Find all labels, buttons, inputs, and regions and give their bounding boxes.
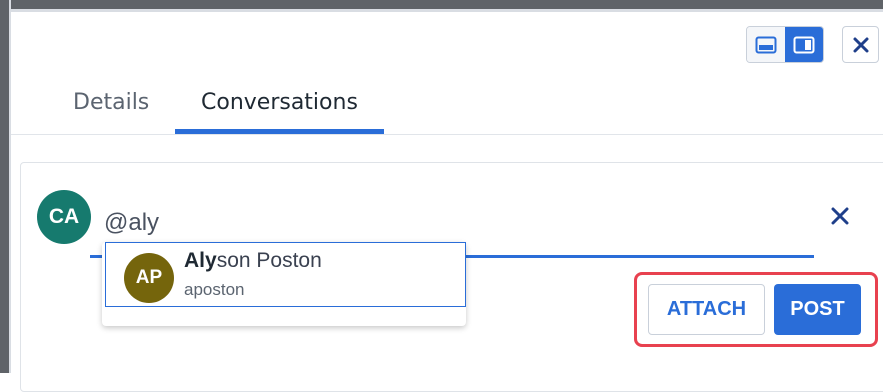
- mention-name-match: Aly: [184, 249, 217, 272]
- close-icon: [831, 207, 849, 225]
- close-icon: [853, 37, 868, 52]
- avatar: AP: [124, 253, 174, 303]
- tabs-divider: [11, 134, 883, 135]
- mention-name-rest: son Poston: [216, 249, 322, 272]
- panel-bottom-icon: [755, 36, 777, 53]
- view-right-panel-button[interactable]: [785, 27, 823, 62]
- mention-option[interactable]: AP Alyson Poston aposton: [105, 242, 466, 307]
- tab-conversations[interactable]: Conversations: [201, 90, 358, 115]
- avatar: CA: [37, 190, 91, 244]
- window-frame-top-inner: [9, 9, 883, 12]
- tab-details[interactable]: Details: [73, 90, 149, 115]
- view-toggle: [746, 26, 824, 63]
- window-frame-top: [0, 0, 883, 9]
- panel-right-icon: [793, 36, 815, 53]
- comment-input[interactable]: [104, 205, 804, 241]
- post-button[interactable]: POST: [774, 284, 861, 335]
- close-button[interactable]: [842, 26, 879, 63]
- window-frame-left-inner: [9, 0, 11, 373]
- mention-name: Alyson Poston: [184, 249, 322, 273]
- attach-button[interactable]: ATTACH: [648, 284, 765, 335]
- mention-username: aposton: [184, 280, 245, 299]
- view-bottom-panel-button[interactable]: [747, 27, 785, 62]
- mention-suggestions-dropdown: AP Alyson Poston aposton: [102, 242, 466, 326]
- clear-comment-button[interactable]: [826, 202, 854, 230]
